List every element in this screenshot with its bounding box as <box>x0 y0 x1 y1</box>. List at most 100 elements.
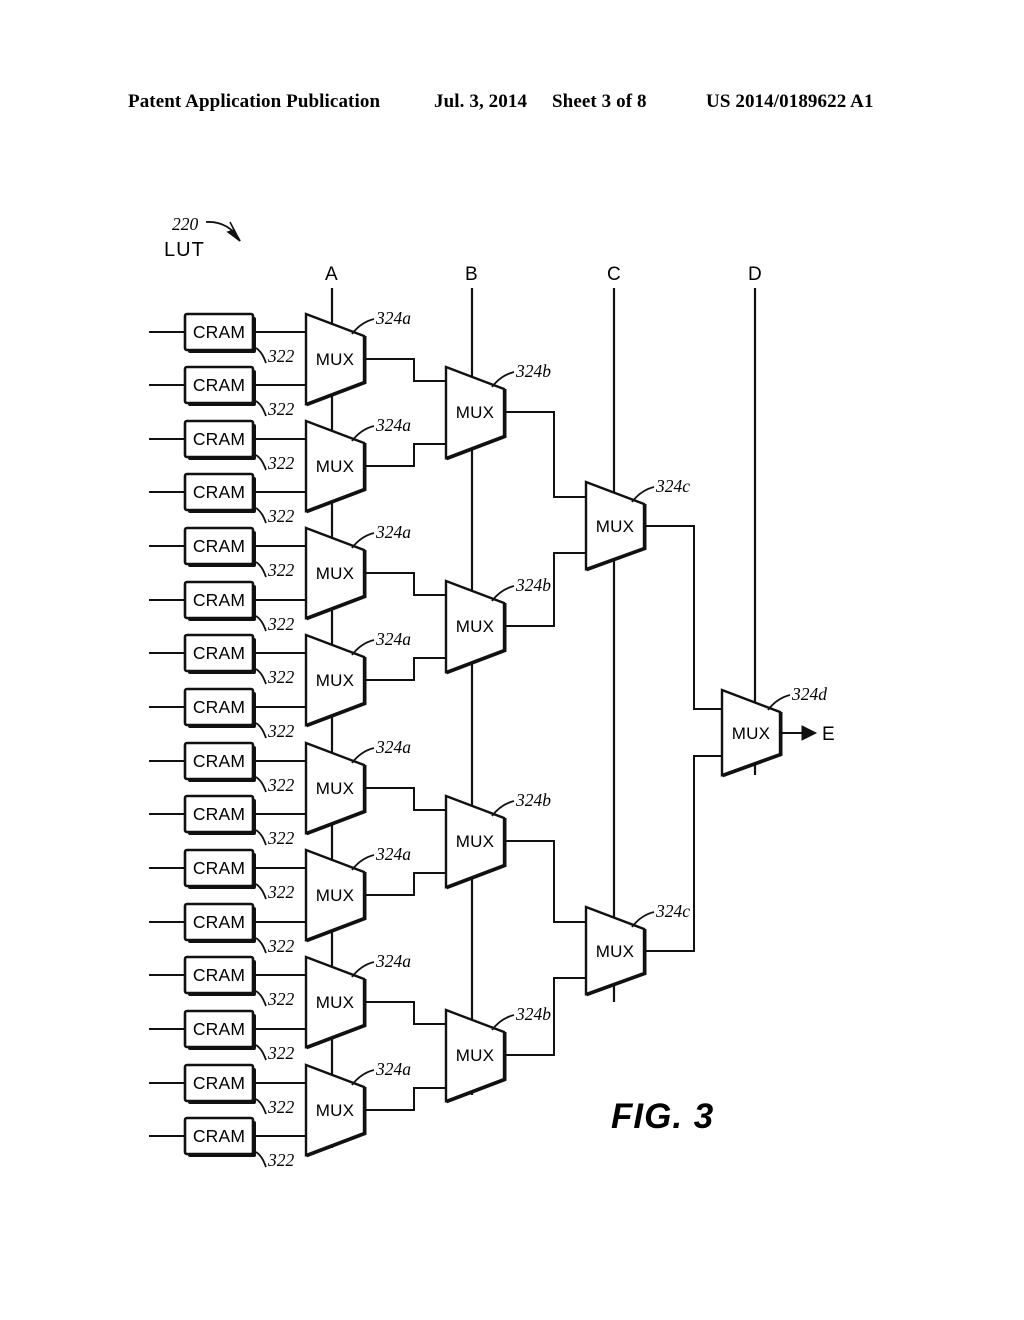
cram-ref-label: 322 <box>267 1150 295 1170</box>
cram-label: CRAM <box>193 1073 245 1093</box>
cram-cell[interactable]: CRAM 322 <box>149 1116 307 1170</box>
cram-label: CRAM <box>193 643 245 663</box>
control-label-c: C <box>607 264 621 285</box>
cram-cell[interactable]: CRAM 322 <box>149 741 307 795</box>
cram-label: CRAM <box>193 375 245 395</box>
patent-page: Patent Application Publication Jul. 3, 2… <box>0 0 1024 1320</box>
cram-ref-label: 322 <box>267 560 295 580</box>
mux-output-wire <box>363 1087 447 1111</box>
mux-ref-label: 324c <box>655 901 690 921</box>
mux-stage3[interactable]: MUX 324c <box>584 476 723 710</box>
cram-cell[interactable]: CRAM 322 <box>149 365 307 419</box>
mux-label: MUX <box>316 564 354 583</box>
mux-stage1[interactable]: MUX 324a <box>304 951 447 1050</box>
mux-label: MUX <box>456 1046 494 1065</box>
cram-cell[interactable]: CRAM 322 <box>149 1063 307 1117</box>
mux-stage2[interactable]: MUX 324b <box>444 552 587 675</box>
mux-output-wire <box>643 755 723 952</box>
cram-ref-leader <box>255 347 267 364</box>
cram-ref-label: 322 <box>267 882 295 902</box>
stage2-mux-group: MUX 324b MUX 324b MUX 324b MUX 324b <box>444 361 587 1104</box>
mux-ref-label: 324b <box>515 575 551 595</box>
mux-stage1[interactable]: MUX 324a <box>304 1059 447 1158</box>
mux-ref-label: 324a <box>375 737 411 757</box>
mux-label: MUX <box>316 993 354 1012</box>
mux-label: MUX <box>456 832 494 851</box>
mux-ref-label: 324b <box>515 361 551 381</box>
mux-output-wire <box>363 1001 447 1025</box>
cram-cell[interactable]: CRAM 322 <box>149 633 307 687</box>
cram-label: CRAM <box>193 429 245 449</box>
mux-ref-label: 324a <box>375 308 411 328</box>
stage4-mux-group: MUX 324d E <box>720 684 835 778</box>
cram-label: CRAM <box>193 1126 245 1146</box>
cram-cell[interactable]: CRAM 322 <box>149 419 307 473</box>
cram-label: CRAM <box>193 536 245 556</box>
cram-ref-leader <box>255 829 267 846</box>
mux-stage2[interactable]: MUX 324b <box>444 361 587 498</box>
mux-stage2[interactable]: MUX 324b <box>444 790 587 923</box>
cram-label: CRAM <box>193 965 245 985</box>
control-label-a: A <box>325 264 338 285</box>
cram-cell[interactable]: CRAM 322 <box>149 526 307 580</box>
mux-ref-label: 324a <box>375 1059 411 1079</box>
mux-ref-label: 324c <box>655 476 690 496</box>
mux-ref-label: 324a <box>375 629 411 649</box>
cram-cell[interactable]: CRAM 322 <box>149 955 307 1009</box>
mux-label: MUX <box>596 942 634 961</box>
mux-ref-label: 324a <box>375 415 411 435</box>
mux-label: MUX <box>456 403 494 422</box>
cram-cell-group: CRAM 322 CRAM 322 CRAM 322 CRAM 322 CRAM… <box>149 312 307 1170</box>
mux-ref-label: 324b <box>515 790 551 810</box>
mux-output-wire <box>363 443 447 467</box>
mux-stage3[interactable]: MUX 324c <box>584 755 723 997</box>
mux-ref-label: 324b <box>515 1004 551 1024</box>
mux-label: MUX <box>596 517 634 536</box>
cram-label: CRAM <box>193 1019 245 1039</box>
cram-cell[interactable]: CRAM 322 <box>149 312 307 366</box>
cram-ref-label: 322 <box>267 667 295 687</box>
cram-ref-leader <box>255 668 267 685</box>
mux-ref-label: 324a <box>375 844 411 864</box>
cram-cell[interactable]: CRAM 322 <box>149 848 307 902</box>
cram-cell[interactable]: CRAM 322 <box>149 1009 307 1063</box>
cram-cell[interactable]: CRAM 322 <box>149 687 307 741</box>
cram-cell[interactable]: CRAM 322 <box>149 902 307 956</box>
control-label-b: B <box>465 264 478 285</box>
cram-ref-label: 322 <box>267 721 295 741</box>
mux-stage1[interactable]: MUX 324a <box>304 629 447 728</box>
cram-ref-label: 322 <box>267 1097 295 1117</box>
cram-cell[interactable]: CRAM 322 <box>149 472 307 526</box>
cram-ref-leader <box>255 454 267 471</box>
cram-cell[interactable]: CRAM 322 <box>149 794 307 848</box>
cram-ref-label: 322 <box>267 453 295 473</box>
mux-stage1[interactable]: MUX 324a <box>304 844 447 943</box>
cram-ref-leader <box>255 883 267 900</box>
figure-3-diagram: 220 LUT A B C D CRAM 322 CRAM 322 CRAM 3… <box>149 214 835 1170</box>
cram-label: CRAM <box>193 322 245 342</box>
cram-ref-leader <box>255 776 267 793</box>
mux-stage1[interactable]: MUX 324a <box>304 737 447 836</box>
mux-label: MUX <box>316 779 354 798</box>
mux-ref-label: 324a <box>375 522 411 542</box>
cram-label: CRAM <box>193 858 245 878</box>
mux-stage4[interactable]: MUX 324d E <box>720 684 835 778</box>
cram-cell[interactable]: CRAM 322 <box>149 580 307 634</box>
lut-label: LUT <box>164 239 205 261</box>
mux-stage1[interactable]: MUX 324a <box>304 415 447 514</box>
mux-stage1[interactable]: MUX 324a <box>304 308 447 407</box>
mux-label: MUX <box>732 724 770 743</box>
mux-stage2[interactable]: MUX 324b <box>444 977 587 1104</box>
cram-label: CRAM <box>193 482 245 502</box>
mux-label: MUX <box>316 886 354 905</box>
mux-output-wire <box>363 872 447 896</box>
stage1-mux-group: MUX 324a MUX 324a MUX 324a MUX 324a MUX … <box>304 308 447 1158</box>
cram-ref-leader <box>255 722 267 739</box>
cram-label: CRAM <box>193 912 245 932</box>
mux-stage1[interactable]: MUX 324a <box>304 522 447 621</box>
cram-ref-label: 322 <box>267 346 295 366</box>
cram-ref-label: 322 <box>267 989 295 1009</box>
stage3-mux-group: MUX 324c MUX 324c <box>584 476 723 997</box>
cram-label: CRAM <box>193 590 245 610</box>
mux-output-wire <box>363 358 447 382</box>
